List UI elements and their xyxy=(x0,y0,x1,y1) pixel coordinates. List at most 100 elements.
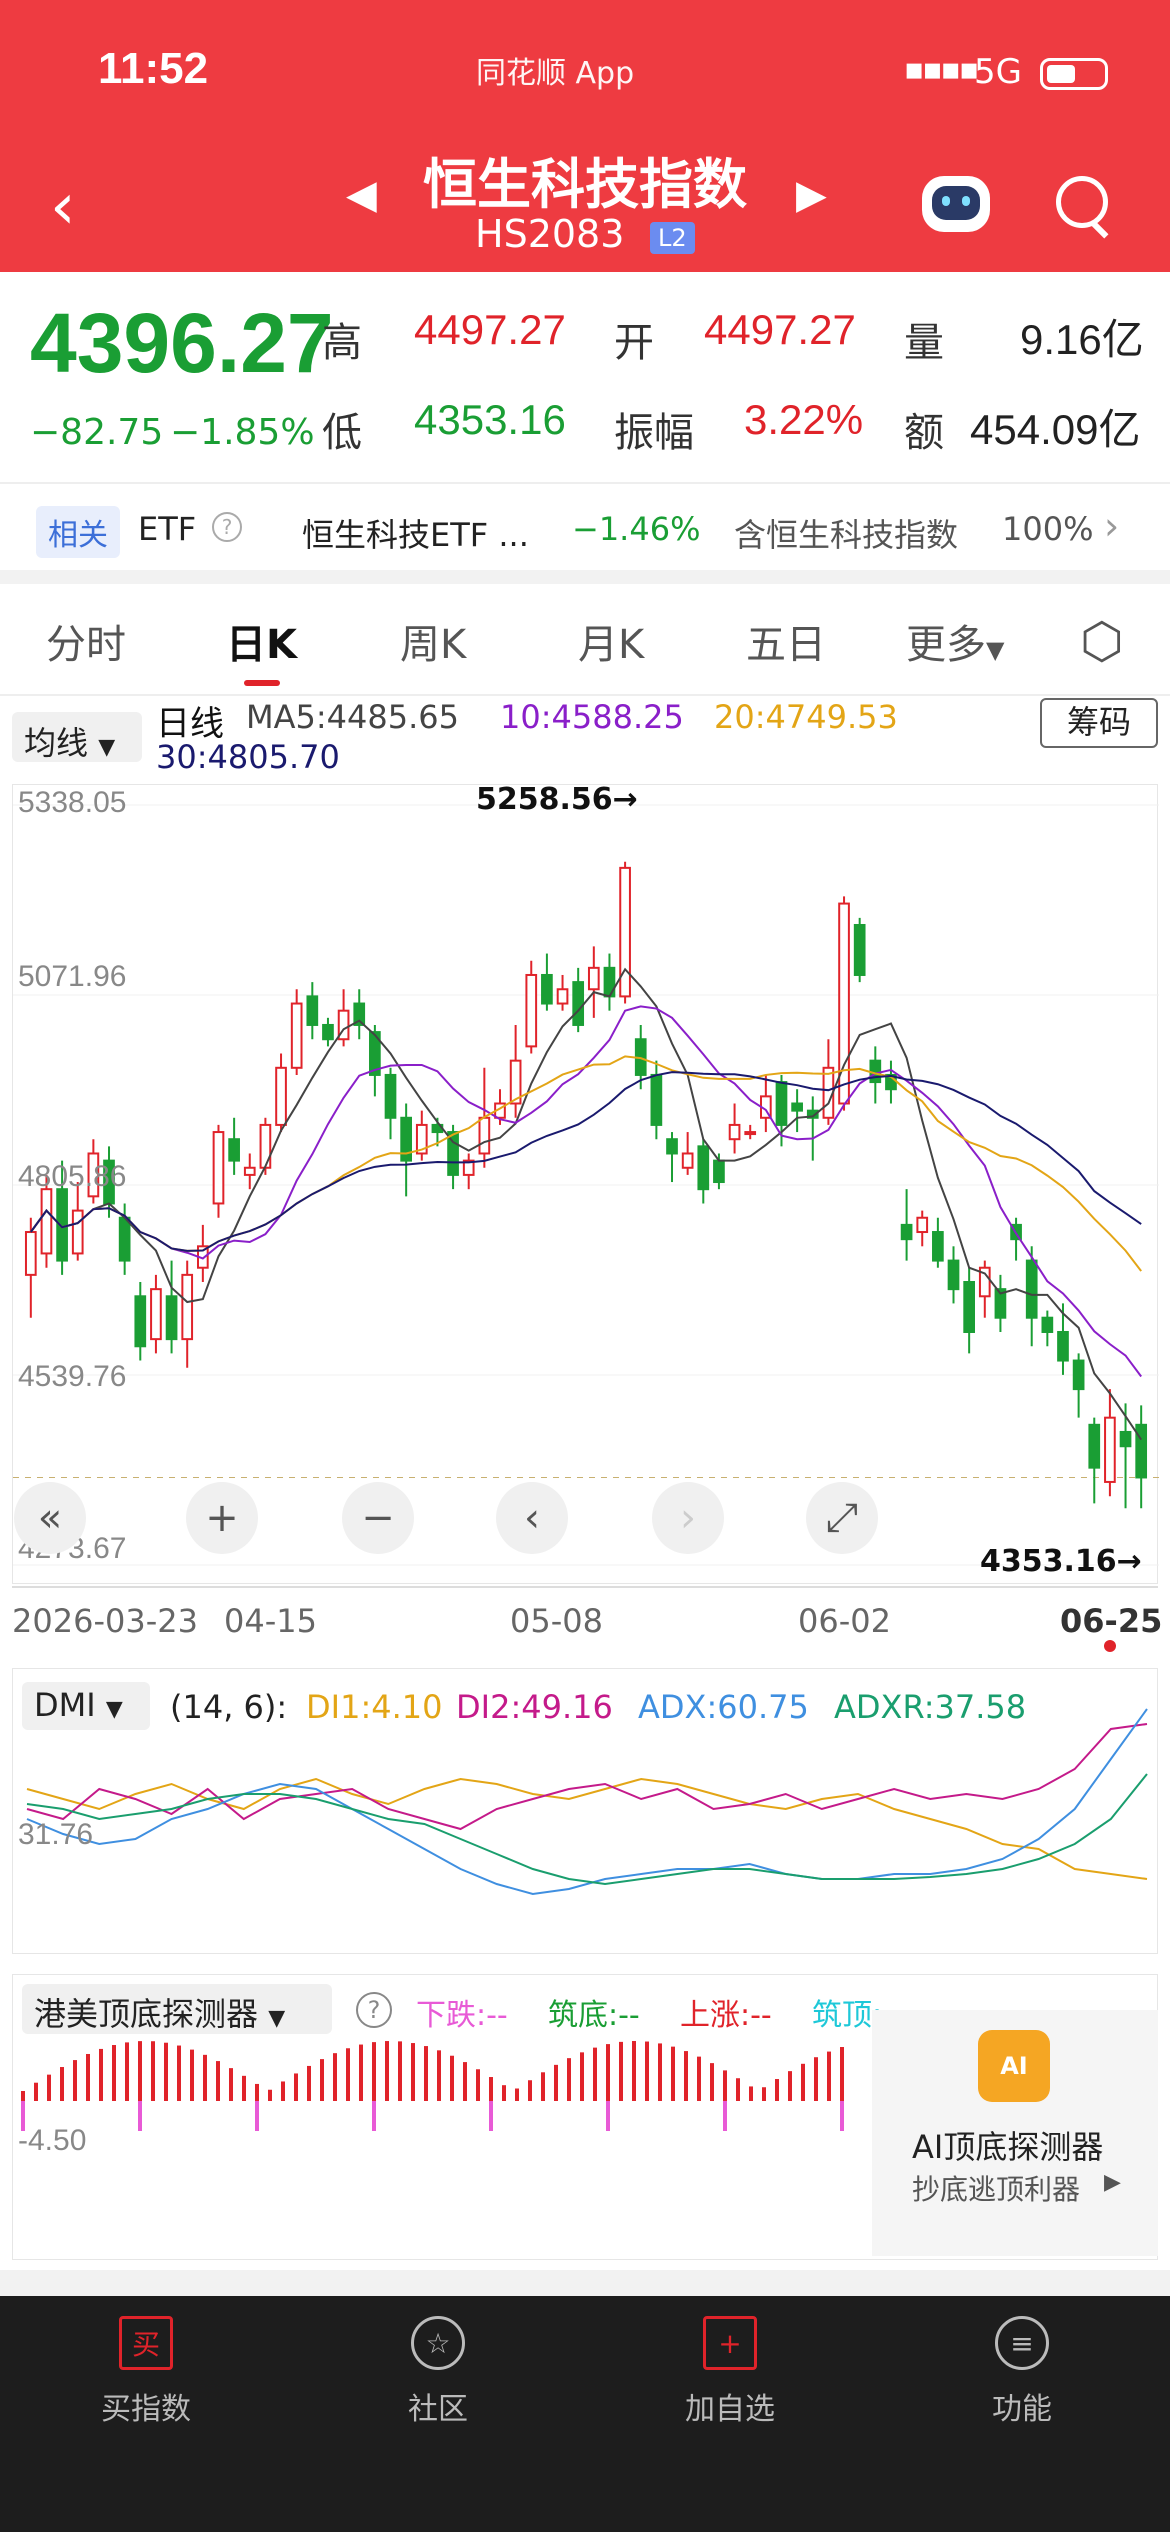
date-label: 06-02 xyxy=(798,1602,891,1640)
detector-bar-up xyxy=(151,2041,155,2101)
help-icon[interactable]: ? xyxy=(212,512,242,542)
search-icon[interactable] xyxy=(1056,176,1109,239)
ai-detector-card[interactable]: AI AI顶底探测器 抄底逃顶利器 ▶ xyxy=(872,2010,1158,2256)
nav-label: 社区 xyxy=(408,2392,468,2427)
dmi-select[interactable]: DMI ▼ xyxy=(22,1682,150,1730)
dmi-y-tick: 31.76 xyxy=(18,1818,94,1851)
dmi-line xyxy=(26,1777,1148,1880)
detector-bar-up xyxy=(463,2062,467,2101)
amount-label: 额 xyxy=(904,410,944,456)
zoom-in-button[interactable]: + xyxy=(186,1482,258,1554)
ma-select[interactable]: 均线 ▼ xyxy=(12,712,142,762)
amplitude-label: 振幅 xyxy=(614,410,694,456)
ai-badge-icon: AI xyxy=(978,2030,1050,2102)
tab-daily-k[interactable]: 日K xyxy=(226,612,297,670)
detector-bar-down xyxy=(138,2101,142,2131)
open-value: 4497.27 xyxy=(704,306,856,353)
tab-five-day[interactable]: 五日 xyxy=(746,612,826,670)
battery-icon xyxy=(1040,58,1108,90)
detector-bar-up xyxy=(177,2045,181,2101)
kline-chart xyxy=(13,804,1159,1566)
amplitude-value: 3.22% xyxy=(744,396,864,443)
candle-body xyxy=(1088,1423,1101,1469)
nav-buy-index[interactable]: 买 买指数 xyxy=(0,2316,292,2428)
tab-monthly-k[interactable]: 月K xyxy=(578,612,644,670)
candle-body xyxy=(478,1116,491,1155)
stock-code: HS2083 xyxy=(475,212,625,256)
detector-select[interactable]: 港美顶底探测器 ▼ xyxy=(22,1984,332,2034)
candle-body xyxy=(24,1231,37,1276)
candle-body xyxy=(71,1209,84,1255)
candle-body xyxy=(572,981,585,1026)
dropdown-icon: ▼ xyxy=(98,735,116,760)
nav-add-watchlist[interactable]: + 加自选 xyxy=(584,2316,876,2428)
fullscreen-icon[interactable]: ⤢ xyxy=(806,1482,878,1554)
dmi-select-label: DMI xyxy=(34,1686,96,1724)
next-stock-icon[interactable]: ▶ xyxy=(796,172,827,218)
ai-detector-title: AI顶底探测器 xyxy=(912,2128,1104,2166)
detector-bar-up xyxy=(346,2048,350,2101)
detector-bar-up xyxy=(528,2080,532,2101)
detector-bar-up xyxy=(86,2053,90,2101)
dmi-adxr: ADXR:37.58 xyxy=(834,1688,1027,1726)
active-tab-indicator xyxy=(244,680,280,686)
candle-body xyxy=(587,966,600,991)
tab-weekly-k[interactable]: 周K xyxy=(400,612,466,670)
scroll-left-icon[interactable]: ‹ xyxy=(496,1482,568,1554)
zoom-out-button[interactable]: − xyxy=(342,1482,414,1554)
detector-bottom: 筑底:-- xyxy=(548,1998,640,2033)
tab-intraday[interactable]: 分时 xyxy=(46,612,126,670)
candle-body xyxy=(916,1216,929,1234)
holding-label: 含恒生科技指数 xyxy=(734,516,959,554)
buy-icon: 买 xyxy=(119,2316,173,2370)
scroll-right-icon[interactable]: › xyxy=(652,1482,724,1554)
scroll-left-fast-icon[interactable]: « xyxy=(14,1482,86,1554)
etf-fund-name: 恒生科技ETF ... xyxy=(302,516,529,554)
detector-bar-up xyxy=(21,2091,25,2101)
detector-up: 上涨:-- xyxy=(680,1998,772,2033)
settings-hexagon-icon[interactable]: ⬡ xyxy=(1080,612,1124,670)
volume-label: 量 xyxy=(904,320,944,366)
candle-body xyxy=(181,1273,194,1341)
detector-bar-up xyxy=(580,2052,584,2101)
candle-body xyxy=(1104,1416,1116,1483)
kline-chart-area[interactable] xyxy=(12,784,1159,1584)
amount-value: 454.09亿 xyxy=(970,406,1141,453)
candle-body xyxy=(666,1138,678,1155)
holding-pct: 100% xyxy=(1002,510,1094,548)
detector-bar-down xyxy=(606,2101,610,2131)
ma-select-label: 均线 xyxy=(24,724,89,762)
detector-bar-up xyxy=(450,2055,454,2101)
candle-body xyxy=(40,1188,53,1255)
tab-more[interactable]: 更多▼ xyxy=(906,612,1004,670)
candle-body xyxy=(243,1166,256,1176)
today-marker xyxy=(1104,1640,1116,1652)
date-axis-ticks xyxy=(12,1586,1158,1598)
ai-detector-subtitle: 抄底逃顶利器 xyxy=(912,2173,1081,2206)
nav-functions[interactable]: ≡ 功能 xyxy=(876,2316,1168,2428)
candle-body xyxy=(947,1259,960,1291)
detector-bar-up xyxy=(294,2073,298,2101)
caret-right-icon: ▶ xyxy=(1104,2170,1121,2195)
candle-body xyxy=(650,1073,663,1126)
current-price: 4396.27 xyxy=(30,296,334,390)
help-icon[interactable]: ? xyxy=(356,1992,392,2028)
detector-y-tick: -4.50 xyxy=(18,2124,87,2157)
detector-bar-up xyxy=(606,2044,610,2101)
candle-body xyxy=(697,1145,710,1191)
nav-community[interactable]: ☆ 社区 xyxy=(292,2316,584,2428)
detector-bar-up xyxy=(567,2058,571,2101)
detector-bar-up xyxy=(73,2060,77,2101)
date-label: 05-08 xyxy=(510,1602,603,1640)
detector-bar-up xyxy=(203,2054,207,2101)
detector-bar-up xyxy=(138,2041,142,2101)
chip-button[interactable]: 筹码 xyxy=(1040,698,1158,748)
detector-bar-up xyxy=(281,2081,285,2101)
related-etf-row[interactable]: 相关 ETF ? 恒生科技ETF ... −1.46% 含恒生科技指数 100%… xyxy=(0,486,1170,570)
max-price-label: 5258.56→ xyxy=(476,782,638,817)
detector-bar-up xyxy=(307,2065,311,2101)
candle-body xyxy=(212,1131,225,1205)
candle-body xyxy=(963,1281,976,1333)
robot-assistant-icon[interactable] xyxy=(922,176,990,232)
ma20-value: 20:4749.53 xyxy=(714,698,898,736)
